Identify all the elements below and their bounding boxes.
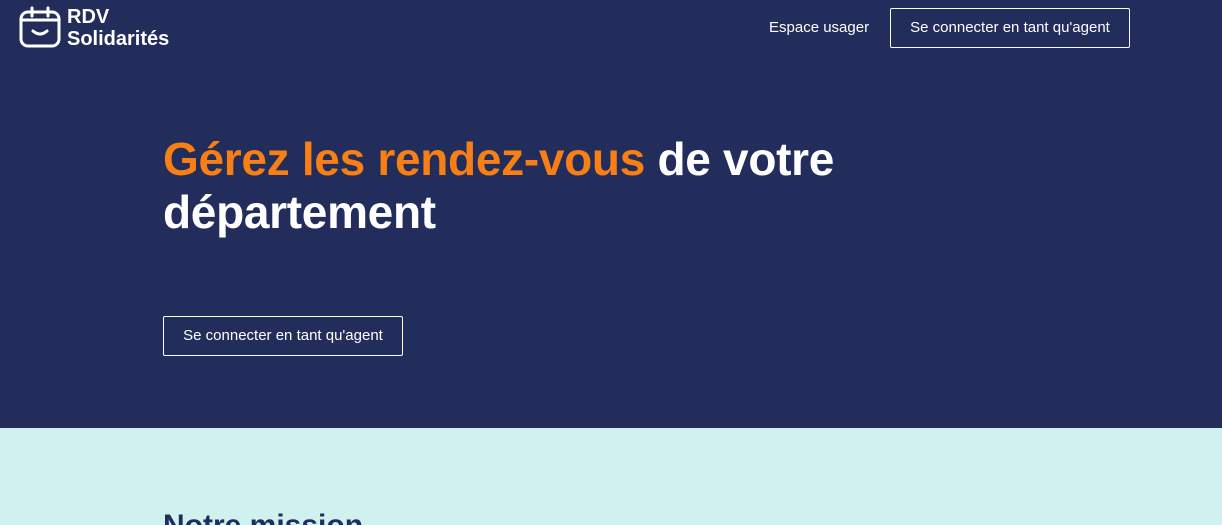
brand-name: RDV Solidarités bbox=[67, 6, 169, 50]
calendar-smile-icon bbox=[19, 6, 61, 48]
header-agent-login-button[interactable]: Se connecter en tant qu'agent bbox=[890, 8, 1130, 48]
hero-section: RDV Solidarités Espace usager Se connect… bbox=[0, 0, 1222, 428]
mission-title: Notre mission bbox=[163, 508, 363, 525]
mission-section: Notre mission bbox=[0, 428, 1222, 525]
brand-name-line1: RDV bbox=[67, 6, 110, 28]
hero-headline-highlight: Gérez les rendez-vous bbox=[163, 133, 646, 185]
hero-headline: Gérez les rendez-vous de votre départeme… bbox=[163, 133, 923, 239]
hero-agent-login-button[interactable]: Se connecter en tant qu'agent bbox=[163, 316, 403, 356]
brand-name-line2: Solidarités bbox=[67, 28, 170, 50]
brand-logo[interactable]: RDV Solidarités bbox=[19, 6, 169, 50]
espace-usager-link[interactable]: Espace usager bbox=[769, 18, 869, 38]
